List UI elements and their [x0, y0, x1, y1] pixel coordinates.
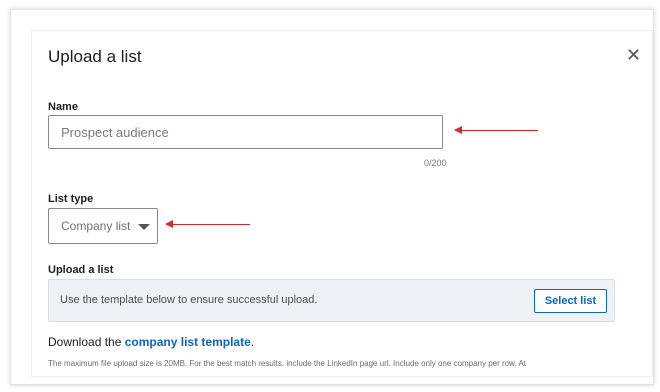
- screenshot-frame: Upload a list ✕ Name 0/200 List type Com…: [10, 9, 654, 385]
- upload-label: Upload a list: [48, 264, 114, 276]
- list-type-label: List type: [48, 193, 94, 205]
- chevron-down-icon: [138, 224, 150, 230]
- annotation-arrow-name: [454, 126, 538, 134]
- upload-hint: Use the template below to ensure success…: [60, 294, 318, 306]
- name-label: Name: [48, 101, 78, 113]
- upload-list-modal: Upload a list ✕ Name 0/200 List type Com…: [31, 30, 653, 377]
- download-template-text: Download the company list template.: [48, 335, 254, 349]
- upload-dropzone: Use the template below to ensure success…: [48, 279, 615, 322]
- modal-title: Upload a list: [48, 47, 142, 66]
- list-type-value: Company list: [61, 219, 131, 233]
- character-counter: 0/200: [424, 158, 447, 168]
- name-input[interactable]: [48, 115, 443, 149]
- company-list-template-link[interactable]: company list template: [125, 335, 251, 349]
- annotation-arrow-list-type: [165, 220, 250, 228]
- download-prefix: Download the: [48, 335, 125, 349]
- upload-fineprint: The maximum file upload size is 20MB. Fo…: [48, 359, 527, 368]
- red-arrow-icon: [165, 220, 173, 228]
- red-arrow-icon: [454, 126, 462, 134]
- list-type-select[interactable]: Company list: [48, 208, 158, 244]
- select-list-button[interactable]: Select list: [534, 289, 607, 313]
- download-suffix: .: [250, 335, 255, 349]
- close-icon[interactable]: ✕: [626, 46, 641, 64]
